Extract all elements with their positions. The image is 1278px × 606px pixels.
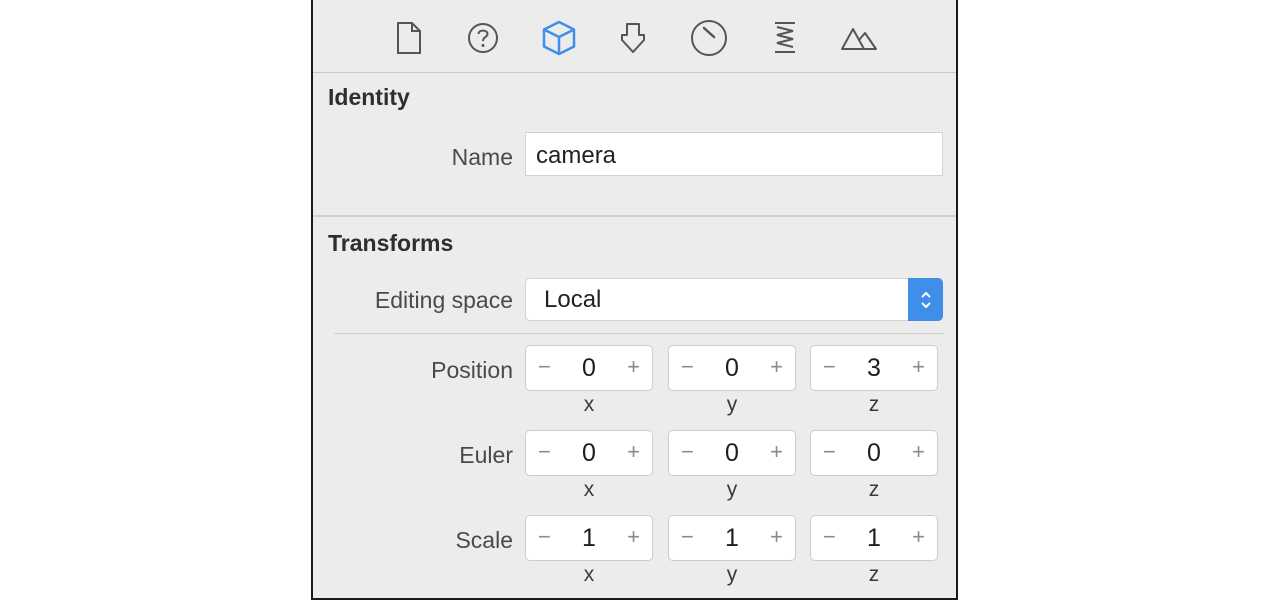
inspector-panel: Identity Name camera Transforms Editing … xyxy=(311,0,958,600)
node-cube-icon xyxy=(542,20,576,56)
physics-icon xyxy=(775,22,795,53)
name-field[interactable]: camera xyxy=(525,132,943,176)
position-y-stepper[interactable]: − 0 + xyxy=(668,345,796,391)
axis-label-z: z xyxy=(868,393,880,416)
transforms-section-title: Transforms xyxy=(328,230,454,256)
scale-x-stepper[interactable]: − 1 + xyxy=(525,515,653,561)
tab-physics-inspector[interactable] xyxy=(763,18,807,58)
euler-z-stepper[interactable]: − 0 + xyxy=(810,430,938,476)
axis-label-y: y xyxy=(726,563,738,586)
increment-button[interactable]: + xyxy=(627,524,640,550)
increment-button[interactable]: + xyxy=(627,439,640,465)
identity-section-title: Identity xyxy=(328,84,410,110)
tab-quick-help[interactable] xyxy=(461,18,505,58)
position-x-stepper[interactable]: − 0 + xyxy=(525,345,653,391)
scale-label: Scale xyxy=(455,527,513,553)
axis-label-y: y xyxy=(726,393,738,416)
name-label: Name xyxy=(451,144,513,170)
increment-button[interactable]: + xyxy=(770,354,783,380)
increment-button[interactable]: + xyxy=(627,354,640,380)
inspector-tab-bar xyxy=(313,0,956,73)
axis-label-x: x xyxy=(583,563,595,586)
axis-label-y: y xyxy=(726,478,738,501)
axis-label-x: x xyxy=(583,478,595,501)
transforms-divider xyxy=(334,333,944,334)
editing-space-value: Local xyxy=(544,286,602,313)
scene-icon xyxy=(841,28,877,50)
help-icon xyxy=(468,23,498,53)
tab-scene-inspector[interactable] xyxy=(837,18,881,58)
tab-attributes-inspector[interactable] xyxy=(611,18,655,58)
editing-space-label: Editing space xyxy=(374,287,513,313)
euler-label: Euler xyxy=(459,442,513,468)
editing-space-select[interactable]: Local xyxy=(525,278,943,321)
position-label: Position xyxy=(431,357,513,383)
increment-button[interactable]: + xyxy=(770,439,783,465)
attributes-icon xyxy=(621,23,645,53)
position-z-stepper[interactable]: − 3 + xyxy=(810,345,938,391)
axis-label-z: z xyxy=(868,563,880,586)
euler-x-stepper[interactable]: − 0 + xyxy=(525,430,653,476)
euler-y-stepper[interactable]: − 0 + xyxy=(668,430,796,476)
scale-y-stepper[interactable]: − 1 + xyxy=(668,515,796,561)
axis-label-z: z xyxy=(868,478,880,501)
increment-button[interactable]: + xyxy=(912,524,925,550)
increment-button[interactable]: + xyxy=(912,439,925,465)
scale-z-stepper[interactable]: − 1 + xyxy=(810,515,938,561)
increment-button[interactable]: + xyxy=(912,354,925,380)
select-arrows-icon xyxy=(908,278,943,321)
axis-label-x: x xyxy=(583,393,595,416)
material-icon xyxy=(691,20,727,56)
increment-button[interactable]: + xyxy=(770,524,783,550)
tab-file-inspector[interactable] xyxy=(387,18,431,58)
tab-material-inspector[interactable] xyxy=(687,18,731,58)
tab-node-inspector[interactable] xyxy=(537,18,581,58)
section-divider xyxy=(313,215,956,217)
file-icon xyxy=(397,22,421,54)
